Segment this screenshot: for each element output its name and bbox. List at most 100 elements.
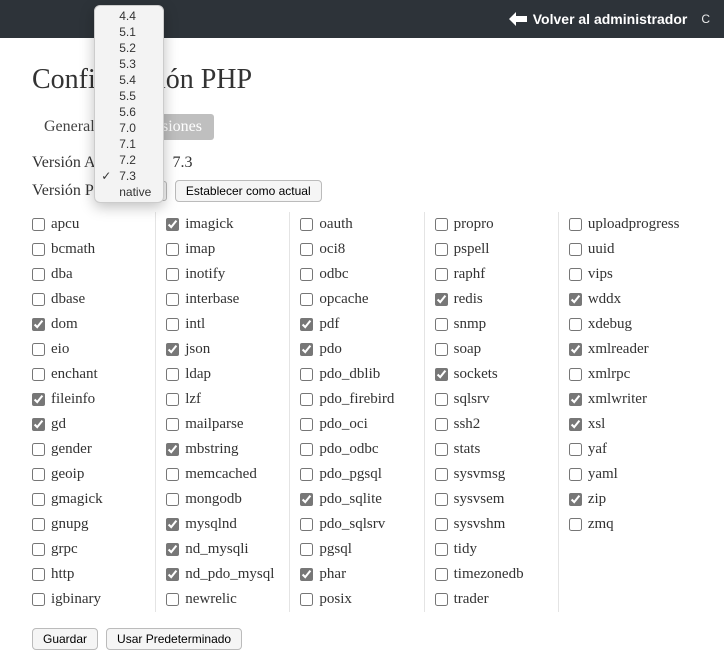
ext-newrelic[interactable]: newrelic	[166, 587, 283, 612]
ext-ldap[interactable]: ldap	[166, 362, 283, 387]
ext-stats-checkbox[interactable]	[435, 443, 448, 456]
ext-xmlrpc[interactable]: xmlrpc	[569, 362, 686, 387]
ext-imap[interactable]: imap	[166, 237, 283, 262]
ext-zmq-checkbox[interactable]	[569, 518, 582, 531]
use-default-button[interactable]: Usar Predeterminado	[106, 628, 242, 650]
ext-posix-checkbox[interactable]	[300, 593, 313, 606]
ext-gmagick-checkbox[interactable]	[32, 493, 45, 506]
php-version-option-5.5[interactable]: 5.5	[95, 88, 163, 104]
ext-sysvshm[interactable]: sysvshm	[435, 512, 552, 537]
back-to-admin-link[interactable]: Volver al administrador	[509, 11, 688, 27]
ext-dba[interactable]: dba	[32, 262, 149, 287]
ext-nd_mysqli[interactable]: nd_mysqli	[166, 537, 283, 562]
ext-gmagick[interactable]: gmagick	[32, 487, 149, 512]
ext-soap-checkbox[interactable]	[435, 343, 448, 356]
ext-odbc-checkbox[interactable]	[300, 268, 313, 281]
ext-sqlsrv[interactable]: sqlsrv	[435, 387, 552, 412]
ext-xsl[interactable]: xsl	[569, 412, 686, 437]
ext-memcached-checkbox[interactable]	[166, 468, 179, 481]
ext-xsl-checkbox[interactable]	[569, 418, 582, 431]
ext-pdo_dblib[interactable]: pdo_dblib	[300, 362, 417, 387]
ext-pspell[interactable]: pspell	[435, 237, 552, 262]
php-version-option-5.1[interactable]: 5.1	[95, 24, 163, 40]
ext-lzf[interactable]: lzf	[166, 387, 283, 412]
ext-raphf[interactable]: raphf	[435, 262, 552, 287]
php-version-dropdown[interactable]: 4.45.15.25.35.45.55.67.07.17.27.3native	[94, 5, 164, 203]
ext-zmq[interactable]: zmq	[569, 512, 686, 537]
ext-gender-checkbox[interactable]	[32, 443, 45, 456]
php-version-option-5.3[interactable]: 5.3	[95, 56, 163, 72]
ext-ssh2[interactable]: ssh2	[435, 412, 552, 437]
ext-mbstring[interactable]: mbstring	[166, 437, 283, 462]
ext-gd[interactable]: gd	[32, 412, 149, 437]
ext-mailparse[interactable]: mailparse	[166, 412, 283, 437]
ext-uuid-checkbox[interactable]	[569, 243, 582, 256]
ext-xmlreader-checkbox[interactable]	[569, 343, 582, 356]
ext-pdo_pgsql-checkbox[interactable]	[300, 468, 313, 481]
ext-pdf[interactable]: pdf	[300, 312, 417, 337]
ext-json-checkbox[interactable]	[166, 343, 179, 356]
ext-stats[interactable]: stats	[435, 437, 552, 462]
ext-opcache[interactable]: opcache	[300, 287, 417, 312]
ext-sysvsem-checkbox[interactable]	[435, 493, 448, 506]
ext-pdo_oci-checkbox[interactable]	[300, 418, 313, 431]
ext-tidy-checkbox[interactable]	[435, 543, 448, 556]
ext-odbc[interactable]: odbc	[300, 262, 417, 287]
php-version-option-5.4[interactable]: 5.4	[95, 72, 163, 88]
ext-uuid[interactable]: uuid	[569, 237, 686, 262]
ext-pdo_sqlite[interactable]: pdo_sqlite	[300, 487, 417, 512]
ext-snmp[interactable]: snmp	[435, 312, 552, 337]
php-version-option-5.2[interactable]: 5.2	[95, 40, 163, 56]
ext-mysqlnd[interactable]: mysqlnd	[166, 512, 283, 537]
ext-pspell-checkbox[interactable]	[435, 243, 448, 256]
ext-mailparse-checkbox[interactable]	[166, 418, 179, 431]
save-button[interactable]: Guardar	[32, 628, 98, 650]
ext-bcmath[interactable]: bcmath	[32, 237, 149, 262]
ext-gnupg[interactable]: gnupg	[32, 512, 149, 537]
ext-oci8-checkbox[interactable]	[300, 243, 313, 256]
ext-pdo-checkbox[interactable]	[300, 343, 313, 356]
ext-pgsql[interactable]: pgsql	[300, 537, 417, 562]
ext-uploadprogress-checkbox[interactable]	[569, 218, 582, 231]
ext-sockets-checkbox[interactable]	[435, 368, 448, 381]
ext-opcache-checkbox[interactable]	[300, 293, 313, 306]
ext-geoip[interactable]: geoip	[32, 462, 149, 487]
ext-mongodb[interactable]: mongodb	[166, 487, 283, 512]
ext-timezonedb-checkbox[interactable]	[435, 568, 448, 581]
ext-wddx[interactable]: wddx	[569, 287, 686, 312]
ext-vips[interactable]: vips	[569, 262, 686, 287]
ext-xdebug[interactable]: xdebug	[569, 312, 686, 337]
ext-gender[interactable]: gender	[32, 437, 149, 462]
ext-igbinary[interactable]: igbinary	[32, 587, 149, 612]
ext-pdo_sqlsrv-checkbox[interactable]	[300, 518, 313, 531]
ext-mongodb-checkbox[interactable]	[166, 493, 179, 506]
ext-geoip-checkbox[interactable]	[32, 468, 45, 481]
ext-redis-checkbox[interactable]	[435, 293, 448, 306]
ext-inotify-checkbox[interactable]	[166, 268, 179, 281]
ext-inotify[interactable]: inotify	[166, 262, 283, 287]
ext-vips-checkbox[interactable]	[569, 268, 582, 281]
ext-pdo_pgsql[interactable]: pdo_pgsql	[300, 462, 417, 487]
ext-trader[interactable]: trader	[435, 587, 552, 612]
ext-xmlreader[interactable]: xmlreader	[569, 337, 686, 362]
ext-yaf-checkbox[interactable]	[569, 443, 582, 456]
ext-intl-checkbox[interactable]	[166, 318, 179, 331]
ext-sysvshm-checkbox[interactable]	[435, 518, 448, 531]
ext-posix[interactable]: posix	[300, 587, 417, 612]
ext-zip[interactable]: zip	[569, 487, 686, 512]
ext-sysvmsg[interactable]: sysvmsg	[435, 462, 552, 487]
ext-pdo_firebird-checkbox[interactable]	[300, 393, 313, 406]
ext-lzf-checkbox[interactable]	[166, 393, 179, 406]
php-version-option-7.1[interactable]: 7.1	[95, 136, 163, 152]
php-version-option-7.3[interactable]: 7.3	[95, 168, 163, 184]
ext-dom-checkbox[interactable]	[32, 318, 45, 331]
ext-xmlrpc-checkbox[interactable]	[569, 368, 582, 381]
ext-timezonedb[interactable]: timezonedb	[435, 562, 552, 587]
ext-redis[interactable]: redis	[435, 287, 552, 312]
ext-wddx-checkbox[interactable]	[569, 293, 582, 306]
ext-oauth[interactable]: oauth	[300, 212, 417, 237]
ext-oci8[interactable]: oci8	[300, 237, 417, 262]
php-version-option-5.6[interactable]: 5.6	[95, 104, 163, 120]
ext-mbstring-checkbox[interactable]	[166, 443, 179, 456]
ext-interbase-checkbox[interactable]	[166, 293, 179, 306]
